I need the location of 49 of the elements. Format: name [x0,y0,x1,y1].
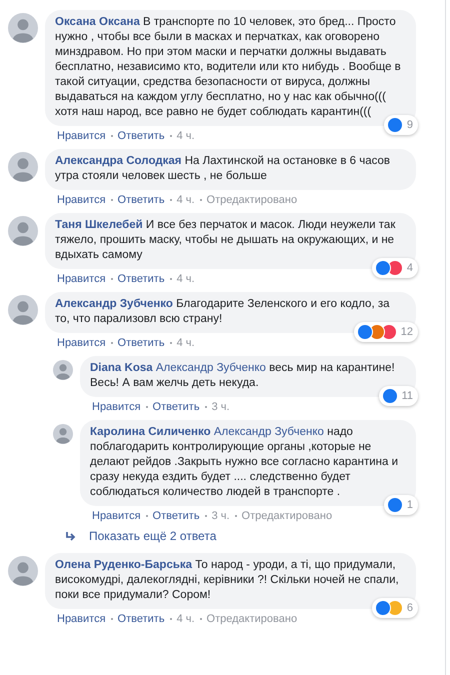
like-link[interactable]: Нравится [57,613,106,625]
author-link[interactable]: Оксана Оксана [55,16,140,28]
comment-text: Александра Солодкая На Лахтинской на остановке в 6 часов утра стояли человек шесть , не больше [55,154,392,184]
author-link[interactable]: Таня Шкелебей [55,219,143,231]
reaction-count: 4 [406,262,413,274]
reply-link[interactable]: Ответить [118,130,165,142]
timestamp: 3 ч. [212,510,230,522]
reaction-count: 6 [406,602,413,614]
reply-link[interactable]: Ответить [118,613,165,625]
mention-link[interactable]: Александр Зубченко [214,426,324,438]
avatar[interactable] [8,295,38,325]
avatar[interactable] [53,424,73,444]
timestamp: 4 ч. [176,194,195,206]
like-link[interactable]: Нравится [92,401,141,413]
reaction-count: 1 [406,499,413,511]
show-more-replies-link[interactable]: Показать ещё 2 ответа [89,529,216,543]
avatar[interactable] [8,13,38,43]
edited-label: Отредактировано [206,194,298,206]
reaction-count: 12 [400,326,413,338]
like-link[interactable]: Нравится [92,510,141,522]
reaction-count: 9 [406,119,413,131]
reply-link[interactable]: Ответить [152,510,200,522]
author-link[interactable]: Каролина Силиченко [90,426,211,438]
avatar[interactable] [8,152,38,182]
reply-link[interactable]: Ответить [118,337,165,349]
like-link[interactable]: Нравится [57,273,106,285]
avatar[interactable] [53,360,73,380]
reply-link[interactable]: Ответить [118,194,165,206]
edited-label: Отредактировано [206,613,298,625]
edited-label: Отредактировано [242,510,332,522]
reply-link[interactable]: Ответить [118,273,165,285]
timestamp: 4 ч. [176,613,195,625]
author-link[interactable]: Александра Солодкая [55,155,182,167]
author-link[interactable]: Александр Зубченко [55,298,173,310]
author-link[interactable]: Diana Kosa [90,362,153,374]
mention-link[interactable]: Александр Зубченко [156,362,266,374]
reply-link[interactable]: Ответить [152,401,200,413]
like-link[interactable]: Нравится [57,337,106,349]
timestamp: 3 ч. [212,401,230,413]
like-link[interactable]: Нравится [57,194,106,206]
like-link[interactable]: Нравится [57,130,106,142]
reply-arrow-icon [65,531,77,541]
reaction-count: 11 [402,390,413,402]
avatar[interactable] [8,556,38,586]
timestamp: 4 ч. [176,130,195,142]
author-link[interactable]: Олена Руденко-Барська [55,559,192,571]
avatar[interactable] [8,216,38,246]
timestamp: 4 ч. [176,273,195,285]
timestamp: 4 ч. [176,337,195,349]
